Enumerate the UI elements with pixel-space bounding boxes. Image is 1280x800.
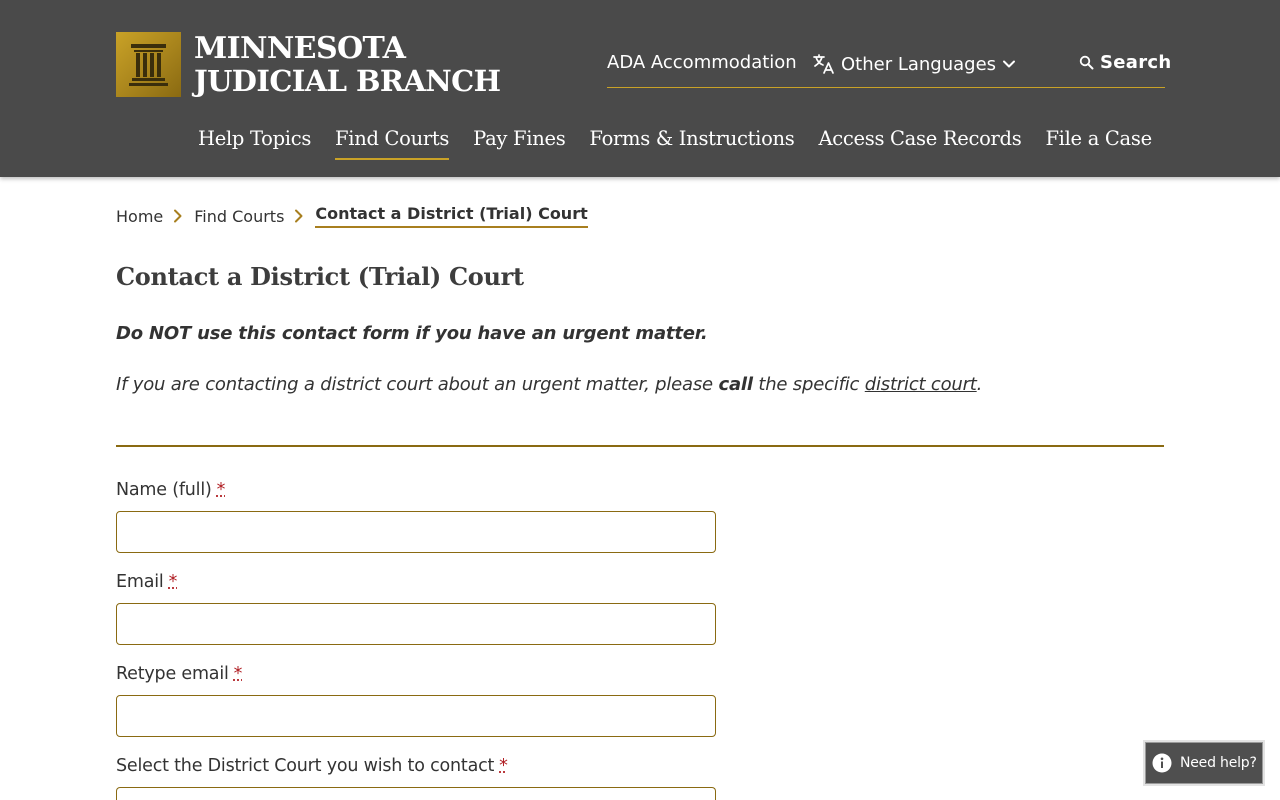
urgent-instructions: If you are contacting a district court a… xyxy=(116,374,982,395)
ada-accommodation-link[interactable]: ADA Accommodation xyxy=(607,52,797,73)
urgent-text-2: the specific xyxy=(752,374,865,395)
site-logo[interactable]: MINNESOTA JUDICIAL BRANCH xyxy=(116,30,501,98)
need-help-label: Need help? xyxy=(1180,755,1257,771)
urgent-text-3: . xyxy=(976,374,983,395)
search-button[interactable]: Search xyxy=(1079,52,1171,73)
nav-find-courts[interactable]: Find Courts xyxy=(335,127,449,160)
nav-help-topics[interactable]: Help Topics xyxy=(198,127,311,160)
search-icon xyxy=(1079,55,1094,70)
district-court-link[interactable]: district court xyxy=(865,374,977,395)
page-title: Contact a District (Trial) Court xyxy=(116,262,524,291)
retype-email-field-label: Retype email * xyxy=(116,664,242,684)
courthouse-logo-icon xyxy=(116,32,181,97)
chevron-right-icon xyxy=(295,209,303,223)
email-field-label: Email * xyxy=(116,572,177,592)
breadcrumb-home[interactable]: Home xyxy=(116,207,163,226)
logo-wordmark: MINNESOTA JUDICIAL BRANCH xyxy=(194,30,501,98)
district-court-select[interactable] xyxy=(116,787,716,800)
need-help-button[interactable]: Need help? xyxy=(1145,742,1263,784)
chevron-down-icon xyxy=(1003,60,1016,68)
required-marker: * xyxy=(216,480,226,500)
district-court-select-label: Select the District Court you wish to co… xyxy=(116,756,508,776)
required-marker: * xyxy=(233,664,243,684)
urgent-text-1: If you are contacting a district court a… xyxy=(116,374,719,395)
retype-email-input[interactable] xyxy=(116,695,716,737)
translate-icon xyxy=(813,54,834,74)
chevron-right-icon xyxy=(174,209,182,223)
info-icon xyxy=(1152,753,1172,773)
logo-line-2: JUDICIAL BRANCH xyxy=(194,63,501,98)
other-languages-dropdown[interactable]: Other Languages xyxy=(811,52,1016,76)
district-court-select-label-text: Select the District Court you wish to co… xyxy=(116,756,495,776)
nav-forms-instructions[interactable]: Forms & Instructions xyxy=(589,127,794,160)
email-input[interactable] xyxy=(116,603,716,645)
nav-access-case-records[interactable]: Access Case Records xyxy=(818,127,1021,160)
search-label: Search xyxy=(1100,52,1172,73)
urgent-warning: Do NOT use this contact form if you have… xyxy=(116,323,708,344)
name-input[interactable] xyxy=(116,511,716,553)
utility-nav: ADA Accommodation Other Languages Search xyxy=(607,50,1171,88)
required-marker: * xyxy=(499,756,508,776)
name-field-label: Name (full) * xyxy=(116,480,225,500)
breadcrumb: Home Find Courts Contact a District (Tri… xyxy=(116,204,588,228)
other-languages-label: Other Languages xyxy=(841,53,997,75)
logo-line-1: MINNESOTA xyxy=(194,30,406,66)
nav-file-a-case[interactable]: File a Case xyxy=(1045,127,1152,160)
breadcrumb-current: Contact a District (Trial) Court xyxy=(315,204,588,228)
site-header: MINNESOTA JUDICIAL BRANCH ADA Accommodat… xyxy=(0,0,1280,177)
email-label-text: Email xyxy=(116,572,164,592)
urgent-text-call: call xyxy=(718,374,753,395)
section-divider xyxy=(116,445,1164,447)
breadcrumb-find-courts[interactable]: Find Courts xyxy=(194,207,284,226)
main-nav: Help Topics Find Courts Pay Fines Forms … xyxy=(198,127,1176,160)
nav-pay-fines[interactable]: Pay Fines xyxy=(473,127,566,160)
retype-email-label-text: Retype email xyxy=(116,664,229,684)
required-marker: * xyxy=(168,572,178,592)
name-label-text: Name (full) xyxy=(116,480,212,500)
